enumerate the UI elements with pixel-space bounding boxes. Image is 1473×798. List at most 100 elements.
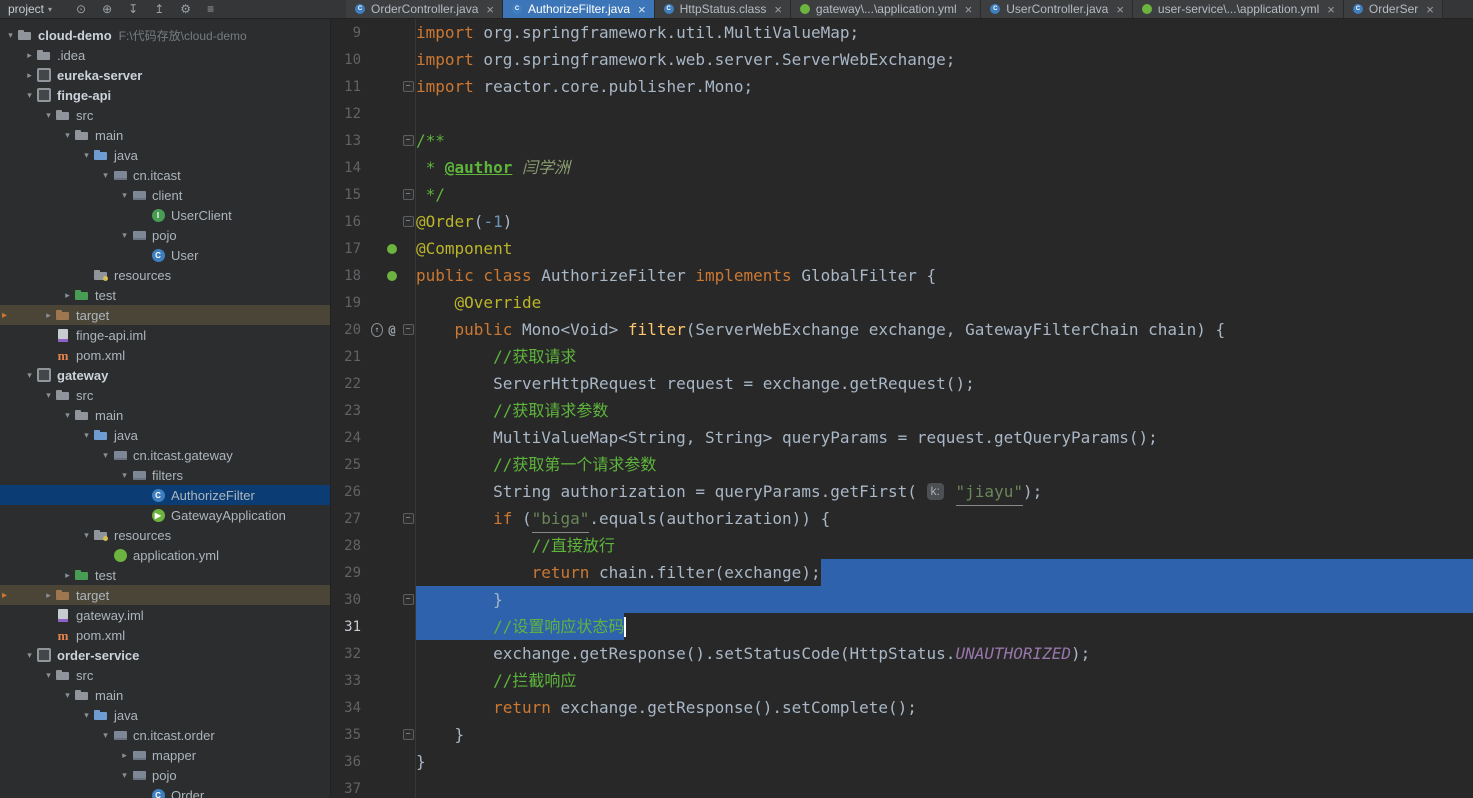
- tree-item-main[interactable]: ▾ main: [0, 125, 330, 145]
- tree-item-finge-api[interactable]: ▾ finge-api: [0, 85, 330, 105]
- chevron-collapsed-icon[interactable]: ▸: [118, 750, 131, 761]
- gutter-line-25[interactable]: 25: [331, 451, 415, 478]
- code-line-20[interactable]: public Mono<Void> filter (ServerWebExchan…: [416, 316, 1473, 343]
- tree-item-filters[interactable]: ▾ filters: [0, 465, 330, 485]
- code-line-12[interactable]: [416, 100, 1473, 127]
- chevron-collapsed-icon[interactable]: ▸: [42, 590, 55, 601]
- code-line-27[interactable]: if ("biga" .equals(authorization)) {: [416, 505, 1473, 533]
- fold-icon[interactable]: −: [402, 135, 414, 146]
- code-line-23[interactable]: //获取请求参数: [416, 397, 1473, 424]
- fold-icon[interactable]: −: [402, 513, 414, 524]
- tree-item-idea[interactable]: ▸ .idea: [0, 45, 330, 65]
- gutter-line-34[interactable]: 34: [331, 694, 415, 721]
- fold-icon[interactable]: −: [402, 324, 414, 335]
- code-line-16[interactable]: @Order(-1): [416, 208, 1473, 235]
- chevron-expanded-icon[interactable]: ▾: [118, 770, 131, 781]
- tab-user-service-application-yml[interactable]: user-service\...\application.yml ×: [1132, 0, 1344, 18]
- code-line-37[interactable]: [416, 775, 1473, 798]
- code-line-9[interactable]: import org.springframework.util.MultiVal…: [416, 19, 1473, 46]
- tree-item-target[interactable]: ▸ ▸ target: [0, 305, 330, 325]
- tree-item-cloud-demo[interactable]: ▾ cloud-demo F:\代码存放\cloud-demo: [0, 25, 330, 45]
- tree-item-gateway[interactable]: ▾ gateway: [0, 365, 330, 385]
- tab-authorizefilter-java[interactable]: C AuthorizeFilter.java ×: [502, 0, 655, 18]
- tree-item-java[interactable]: ▾ java: [0, 425, 330, 445]
- fold-icon[interactable]: −: [402, 189, 414, 200]
- tree-item-java[interactable]: ▾ java: [0, 145, 330, 165]
- gutter-line-16[interactable]: 16 −: [331, 208, 415, 235]
- close-tab-icon[interactable]: ×: [774, 3, 782, 16]
- gutter-line-10[interactable]: 10: [331, 46, 415, 73]
- tree-item-src[interactable]: ▾ src: [0, 105, 330, 125]
- gutter-line-36[interactable]: 36: [331, 748, 415, 775]
- chevron-expanded-icon[interactable]: ▾: [80, 430, 93, 441]
- tree-item-order[interactable]: C Order: [0, 785, 330, 798]
- settings-icon[interactable]: ⚙: [180, 3, 191, 15]
- project-view-dropdown[interactable]: project ▾: [8, 2, 52, 16]
- tree-item-test[interactable]: ▸ test: [0, 565, 330, 585]
- code-line-21[interactable]: //获取请求: [416, 343, 1473, 370]
- tree-item-cn-itcast-gateway[interactable]: ▾ cn.itcast.gateway: [0, 445, 330, 465]
- chevron-expanded-icon[interactable]: ▾: [61, 130, 74, 141]
- collapse-all-icon[interactable]: ↧: [128, 3, 138, 15]
- code-line-31[interactable]: //设置响应状态码: [416, 613, 1473, 640]
- tree-item-resources[interactable]: resources: [0, 265, 330, 285]
- code-line-28[interactable]: //直接放行: [416, 532, 1473, 559]
- tree-item-userclient[interactable]: I UserClient: [0, 205, 330, 225]
- tree-item-finge-api-iml[interactable]: finge-api.iml: [0, 325, 330, 345]
- gutter-line-17[interactable]: 17: [331, 235, 415, 262]
- code-line-26[interactable]: String authorization = queryParams.getFi…: [416, 478, 1473, 506]
- chevron-collapsed-icon[interactable]: ▸: [61, 290, 74, 301]
- gutter-line-12[interactable]: 12: [331, 100, 415, 127]
- gutter-line-29[interactable]: 29: [331, 559, 415, 586]
- gutter-line-13[interactable]: 13 −: [331, 127, 415, 154]
- code-line-10[interactable]: import org.springframework.web.server.Se…: [416, 46, 1473, 73]
- tab-httpstatus-class[interactable]: C HttpStatus.class ×: [654, 0, 791, 18]
- code-line-32[interactable]: exchange.getResponse().setStatusCode(Htt…: [416, 640, 1473, 667]
- chevron-collapsed-icon[interactable]: ▸: [42, 310, 55, 321]
- tree-item-main[interactable]: ▾ main: [0, 405, 330, 425]
- tree-item-application-yml[interactable]: application.yml: [0, 545, 330, 565]
- tree-item-gateway-iml[interactable]: gateway.iml: [0, 605, 330, 625]
- tree-item-authorizefilter[interactable]: C AuthorizeFilter: [0, 485, 330, 505]
- chevron-expanded-icon[interactable]: ▾: [42, 110, 55, 121]
- code-line-35[interactable]: }: [416, 721, 1473, 748]
- code-line-11[interactable]: import reactor.core.publisher.Mono;: [416, 73, 1473, 100]
- code-area[interactable]: import org.springframework.util.MultiVal…: [416, 19, 1473, 798]
- gutter-line-20[interactable]: 20 ↑ @ −: [331, 316, 415, 343]
- close-tab-icon[interactable]: ×: [638, 3, 646, 16]
- gutter-line-9[interactable]: 9: [331, 19, 415, 46]
- tree-item-cn-itcast[interactable]: ▾ cn.itcast: [0, 165, 330, 185]
- code-line-25[interactable]: //获取第一个请求参数: [416, 451, 1473, 478]
- chevron-expanded-icon[interactable]: ▾: [118, 190, 131, 201]
- code-line-19[interactable]: @Override: [416, 289, 1473, 316]
- chevron-collapsed-icon[interactable]: ▸: [61, 570, 74, 581]
- tree-item-resources[interactable]: ▾ resources: [0, 525, 330, 545]
- tree-item-pom-xml[interactable]: m pom.xml: [0, 345, 330, 365]
- chevron-expanded-icon[interactable]: ▾: [99, 730, 112, 741]
- gutter-line-32[interactable]: 32: [331, 640, 415, 667]
- tree-item-pojo[interactable]: ▾ pojo: [0, 225, 330, 245]
- fold-icon[interactable]: −: [402, 594, 414, 605]
- tree-item-main[interactable]: ▾ main: [0, 685, 330, 705]
- chevron-expanded-icon[interactable]: ▾: [23, 370, 36, 381]
- chevron-collapsed-icon[interactable]: ▸: [23, 70, 36, 81]
- tree-item-user[interactable]: C User: [0, 245, 330, 265]
- chevron-expanded-icon[interactable]: ▾: [118, 230, 131, 241]
- code-line-17[interactable]: @Component: [416, 235, 1473, 262]
- fold-icon[interactable]: −: [402, 729, 414, 740]
- code-line-22[interactable]: ServerHttpRequest request = exchange.get…: [416, 370, 1473, 397]
- chevron-collapsed-icon[interactable]: ▸: [23, 50, 36, 61]
- close-tab-icon[interactable]: ×: [1116, 3, 1124, 16]
- gutter-line-18[interactable]: 18: [331, 262, 415, 289]
- tree-item-src[interactable]: ▾ src: [0, 385, 330, 405]
- expand-all-icon[interactable]: ⊕: [102, 3, 112, 15]
- chevron-expanded-icon[interactable]: ▾: [23, 650, 36, 661]
- tab-ordercontroller-java[interactable]: C OrderController.java ×: [346, 0, 503, 18]
- gutter-line-23[interactable]: 23: [331, 397, 415, 424]
- tab-usercontroller-java[interactable]: C UserController.java ×: [981, 0, 1133, 18]
- close-tab-icon[interactable]: ×: [1327, 3, 1335, 16]
- close-tab-icon[interactable]: ×: [1426, 3, 1434, 16]
- tree-item-gatewayapplication[interactable]: ▶ GatewayApplication: [0, 505, 330, 525]
- gutter-line-27[interactable]: 27 −: [331, 505, 415, 532]
- tree-item-test[interactable]: ▸ test: [0, 285, 330, 305]
